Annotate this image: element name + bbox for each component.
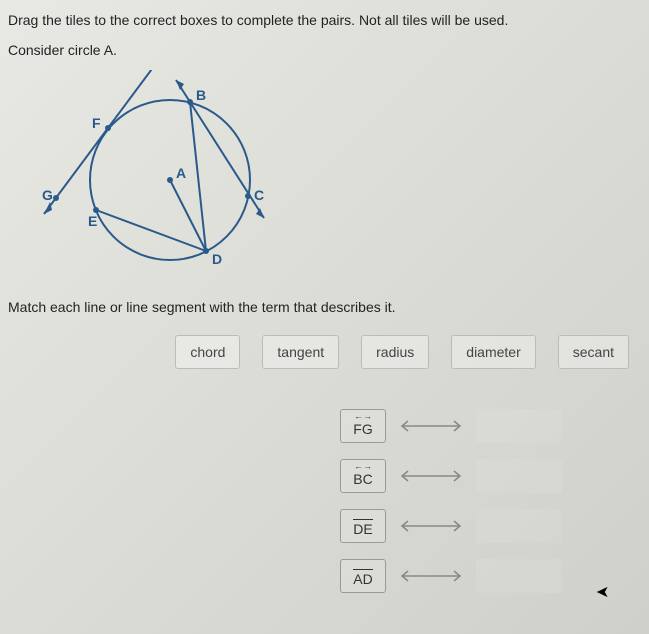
tiles-row: chord tangent radius diameter secant [0,335,649,369]
cursor-icon: ➤ [596,582,609,602]
label-e: E [88,213,97,229]
tile-radius[interactable]: radius [361,335,429,369]
pair-row-ad: AD [340,559,562,593]
double-arrow-icon [396,518,466,534]
label-a: A [176,165,186,181]
tile-chord[interactable]: chord [175,335,240,369]
diagram-container: A B C D E F G [0,62,649,295]
source-ad-label: AD [353,571,372,587]
double-arrow-icon [396,568,466,584]
line-symbol-icon: ←→ [354,412,372,421]
label-b: B [196,87,206,103]
label-f: F [92,115,101,131]
tile-tangent[interactable]: tangent [262,335,339,369]
label-g: G [42,187,53,203]
source-fg-label: FG [353,421,372,437]
source-de-label: DE [353,521,372,537]
pair-row-bc: ←→ BC [340,459,562,493]
pair-row-de: DE [340,509,562,543]
drop-bc[interactable] [476,459,562,493]
source-bc: ←→ BC [340,459,386,493]
pair-row-fg: ←→ FG [340,409,562,443]
drop-ad[interactable] [476,559,562,593]
drop-de[interactable] [476,509,562,543]
drop-fg[interactable] [476,409,562,443]
source-de: DE [340,509,386,543]
pairs-container: ←→ FG ←→ BC DE [0,409,649,593]
source-ad: AD [340,559,386,593]
source-fg: ←→ FG [340,409,386,443]
instruction-text: Drag the tiles to the correct boxes to c… [0,0,649,32]
double-arrow-icon [396,468,466,484]
label-d: D [212,251,222,267]
double-arrow-icon [396,418,466,434]
source-bc-label: BC [353,471,372,487]
label-c: C [254,187,264,203]
consider-text: Consider circle A. [0,32,649,62]
tile-secant[interactable]: secant [558,335,629,369]
tile-diameter[interactable]: diameter [451,335,535,369]
match-instruction: Match each line or line segment with the… [0,295,649,335]
line-symbol-icon: ←→ [354,462,372,471]
circle-diagram: A B C D E F G [20,70,280,290]
